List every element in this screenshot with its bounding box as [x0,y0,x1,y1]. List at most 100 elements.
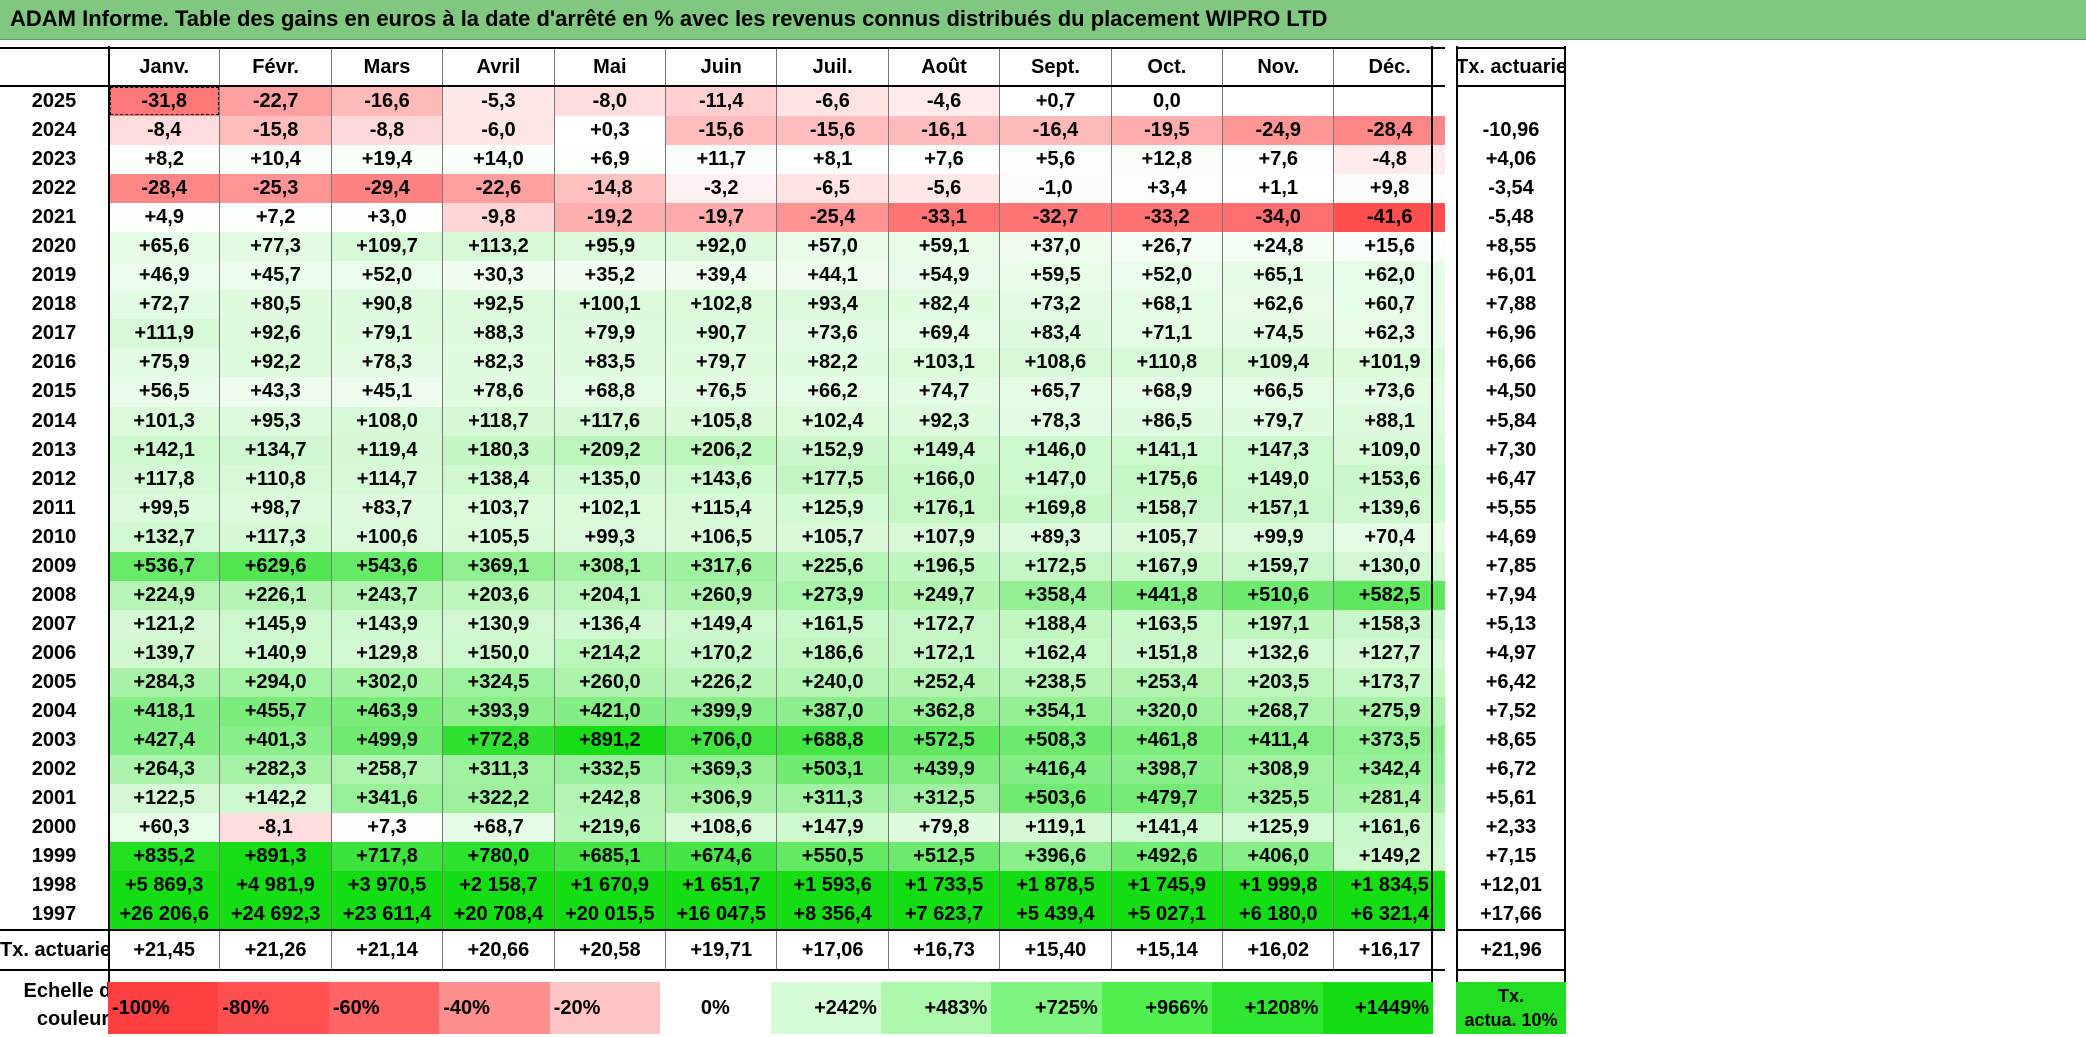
gain-cell: -3,2 [665,174,777,204]
gain-cell: +157,1 [1222,493,1334,523]
gain-cell: +341,6 [330,784,443,814]
gain-cell: +65,6 [107,232,220,262]
gain-cell: +172,1 [887,638,1000,668]
gain-cell: +268,7 [1222,696,1334,727]
gain-cell: +125,9 [776,493,889,523]
gain-cell: +320,0 [1110,696,1223,727]
gain-cell: +135,0 [553,464,666,494]
year-label: 2005 [31,670,77,693]
table-row: 2014 +101,3 +95,3 +108,0 +118,7 +117,6 +105,8 +… [0,406,1445,436]
gain-cell: +5 869,3 [107,871,220,901]
gain-cell: -8,0 [553,86,666,117]
gain-cell: +88,3 [442,319,555,349]
gain-cell: -19,2 [553,203,666,233]
gain-cell: +129,8 [330,638,443,668]
gain-cell: +0,7 [999,86,1112,117]
table-row: 1997 +26 206,6 +24 692,3 +23 611,4 +20 708,4… [0,900,1445,931]
gain-cell: +196,5 [887,551,1000,581]
gain-cell: +130,9 [442,609,555,639]
gain-cell: +167,9 [1110,551,1223,581]
gain-cell: +284,3 [107,667,220,697]
year-label: 2011 [32,496,76,519]
gain-cell: +1,1 [1222,174,1334,204]
year-label: 2016 [31,351,77,374]
gain-cell: +294,0 [219,667,332,697]
rate-cell: +5,13 [1485,612,1537,635]
gain-cell: +439,9 [887,755,1000,785]
gain-cell: +95,3 [219,406,332,436]
gain-cell: +122,5 [107,784,220,814]
gain-cell: +44,1 [776,261,889,291]
footer-rate-cell: +21,14 [330,929,443,972]
footer-rate-cell: +21,26 [219,929,332,972]
gain-cell: +100,6 [330,522,443,552]
gain-cell: +73,6 [776,319,889,349]
gain-cell: +1 878,5 [999,871,1112,901]
footer-rate-cell: +15,40 [999,929,1112,972]
gain-cell: +398,7 [1110,755,1223,785]
gain-cell: +78,3 [330,348,443,378]
gain-cell: -8,1 [219,813,332,843]
rate-cell: +4,97 [1485,641,1537,664]
gain-cell: +281,4 [1333,784,1445,814]
gain-cell: +74,7 [887,377,1000,407]
year-label: 2022 [31,177,77,200]
gain-cell: -33,2 [1110,203,1223,233]
gain-cell: +121,2 [107,609,220,639]
gain-cell: -15,6 [776,116,889,146]
table-row: 1999 +835,2 +891,3 +717,8 +780,0 +685,1 +674,6… [0,842,1445,872]
gain-cell: +572,5 [887,726,1000,756]
gain-cell: +92,6 [219,319,332,349]
table-row: 2022 -28,4 -25,3 -29,4 -22,6 -14,8 -3,2 -6,5 -5,… [0,174,1445,204]
gain-cell: +159,7 [1222,551,1334,581]
gain-cell: +147,9 [776,813,889,843]
table-row: 2024 -8,4 -15,8 -8,8 -6,0 +0,3 -15,6 -15,6 -16,1… [0,116,1445,146]
gain-cell: +173,7 [1333,667,1445,697]
rate-cell: +6,01 [1485,264,1537,287]
month-header-row: Janv. Févr. Mars Avril Mai Juin Juil. Août Sept.… [0,47,1445,87]
gain-cell: +4,9 [107,203,220,233]
title-bar: ADAM Informe. Table des gains en euros à… [0,0,2086,40]
gain-cell: +264,3 [107,755,220,785]
gain-cell: +203,5 [1222,667,1334,697]
month-header: Févr. [219,47,332,87]
gain-cell: +373,5 [1333,726,1445,756]
gain-cell: -22,6 [442,174,555,204]
gain-cell: +127,7 [1333,638,1445,668]
gain-cell: +82,2 [776,348,889,378]
gain-cell: +113,2 [442,232,555,262]
gain-cell: +101,9 [1333,348,1445,378]
month-header: Sept. [999,47,1112,87]
color-scale-swatch: -80% [218,982,329,1034]
gain-cell: +106,5 [665,522,777,552]
gain-cell: +79,7 [1222,406,1334,436]
gain-cell: +99,9 [1222,522,1334,552]
footer-rate-cell: +16,73 [887,929,1000,972]
gain-cell: +1 670,9 [553,871,666,901]
gain-cell: -9,8 [442,203,555,233]
month-header: Juin [665,47,777,87]
rate-cell: +8,55 [1485,235,1537,258]
month-header: Juil. [776,47,889,87]
gain-cell: +240,0 [776,667,889,697]
month-header: Mars [330,47,443,87]
rate-cell: +17,66 [1480,903,1542,926]
gain-cell: +57,0 [776,232,889,262]
gain-cell: +134,7 [219,435,332,465]
year-label: 2013 [31,438,77,461]
year-label: 2009 [31,554,77,577]
table-row: 2019 +46,9 +45,7 +52,0 +30,3 +35,2 +39,4 +44,1 +… [0,261,1445,291]
rate-cell: +7,88 [1485,293,1537,316]
color-scale-swatch: +1449% [1322,982,1433,1034]
footer-rate-cell: +21,45 [107,929,220,972]
rate-cell: -3,54 [1488,177,1534,200]
gain-cell: +3,4 [1110,174,1223,204]
gain-cell: +401,3 [219,726,332,756]
year-label: 2018 [31,293,77,316]
gain-cell: +45,7 [219,261,332,291]
gain-cell: +150,0 [442,638,555,668]
table-row: 2008 +224,9 +226,1 +243,7 +203,6 +204,1 +260,9… [0,580,1445,610]
rate-cell: +7,94 [1485,583,1537,606]
gain-cell: +140,9 [219,638,332,668]
gains-table-body: 2025 -31,8 -22,7 -16,6 -5,3 -8,0 -11,4 -6,6 -4,6… [0,86,1445,931]
